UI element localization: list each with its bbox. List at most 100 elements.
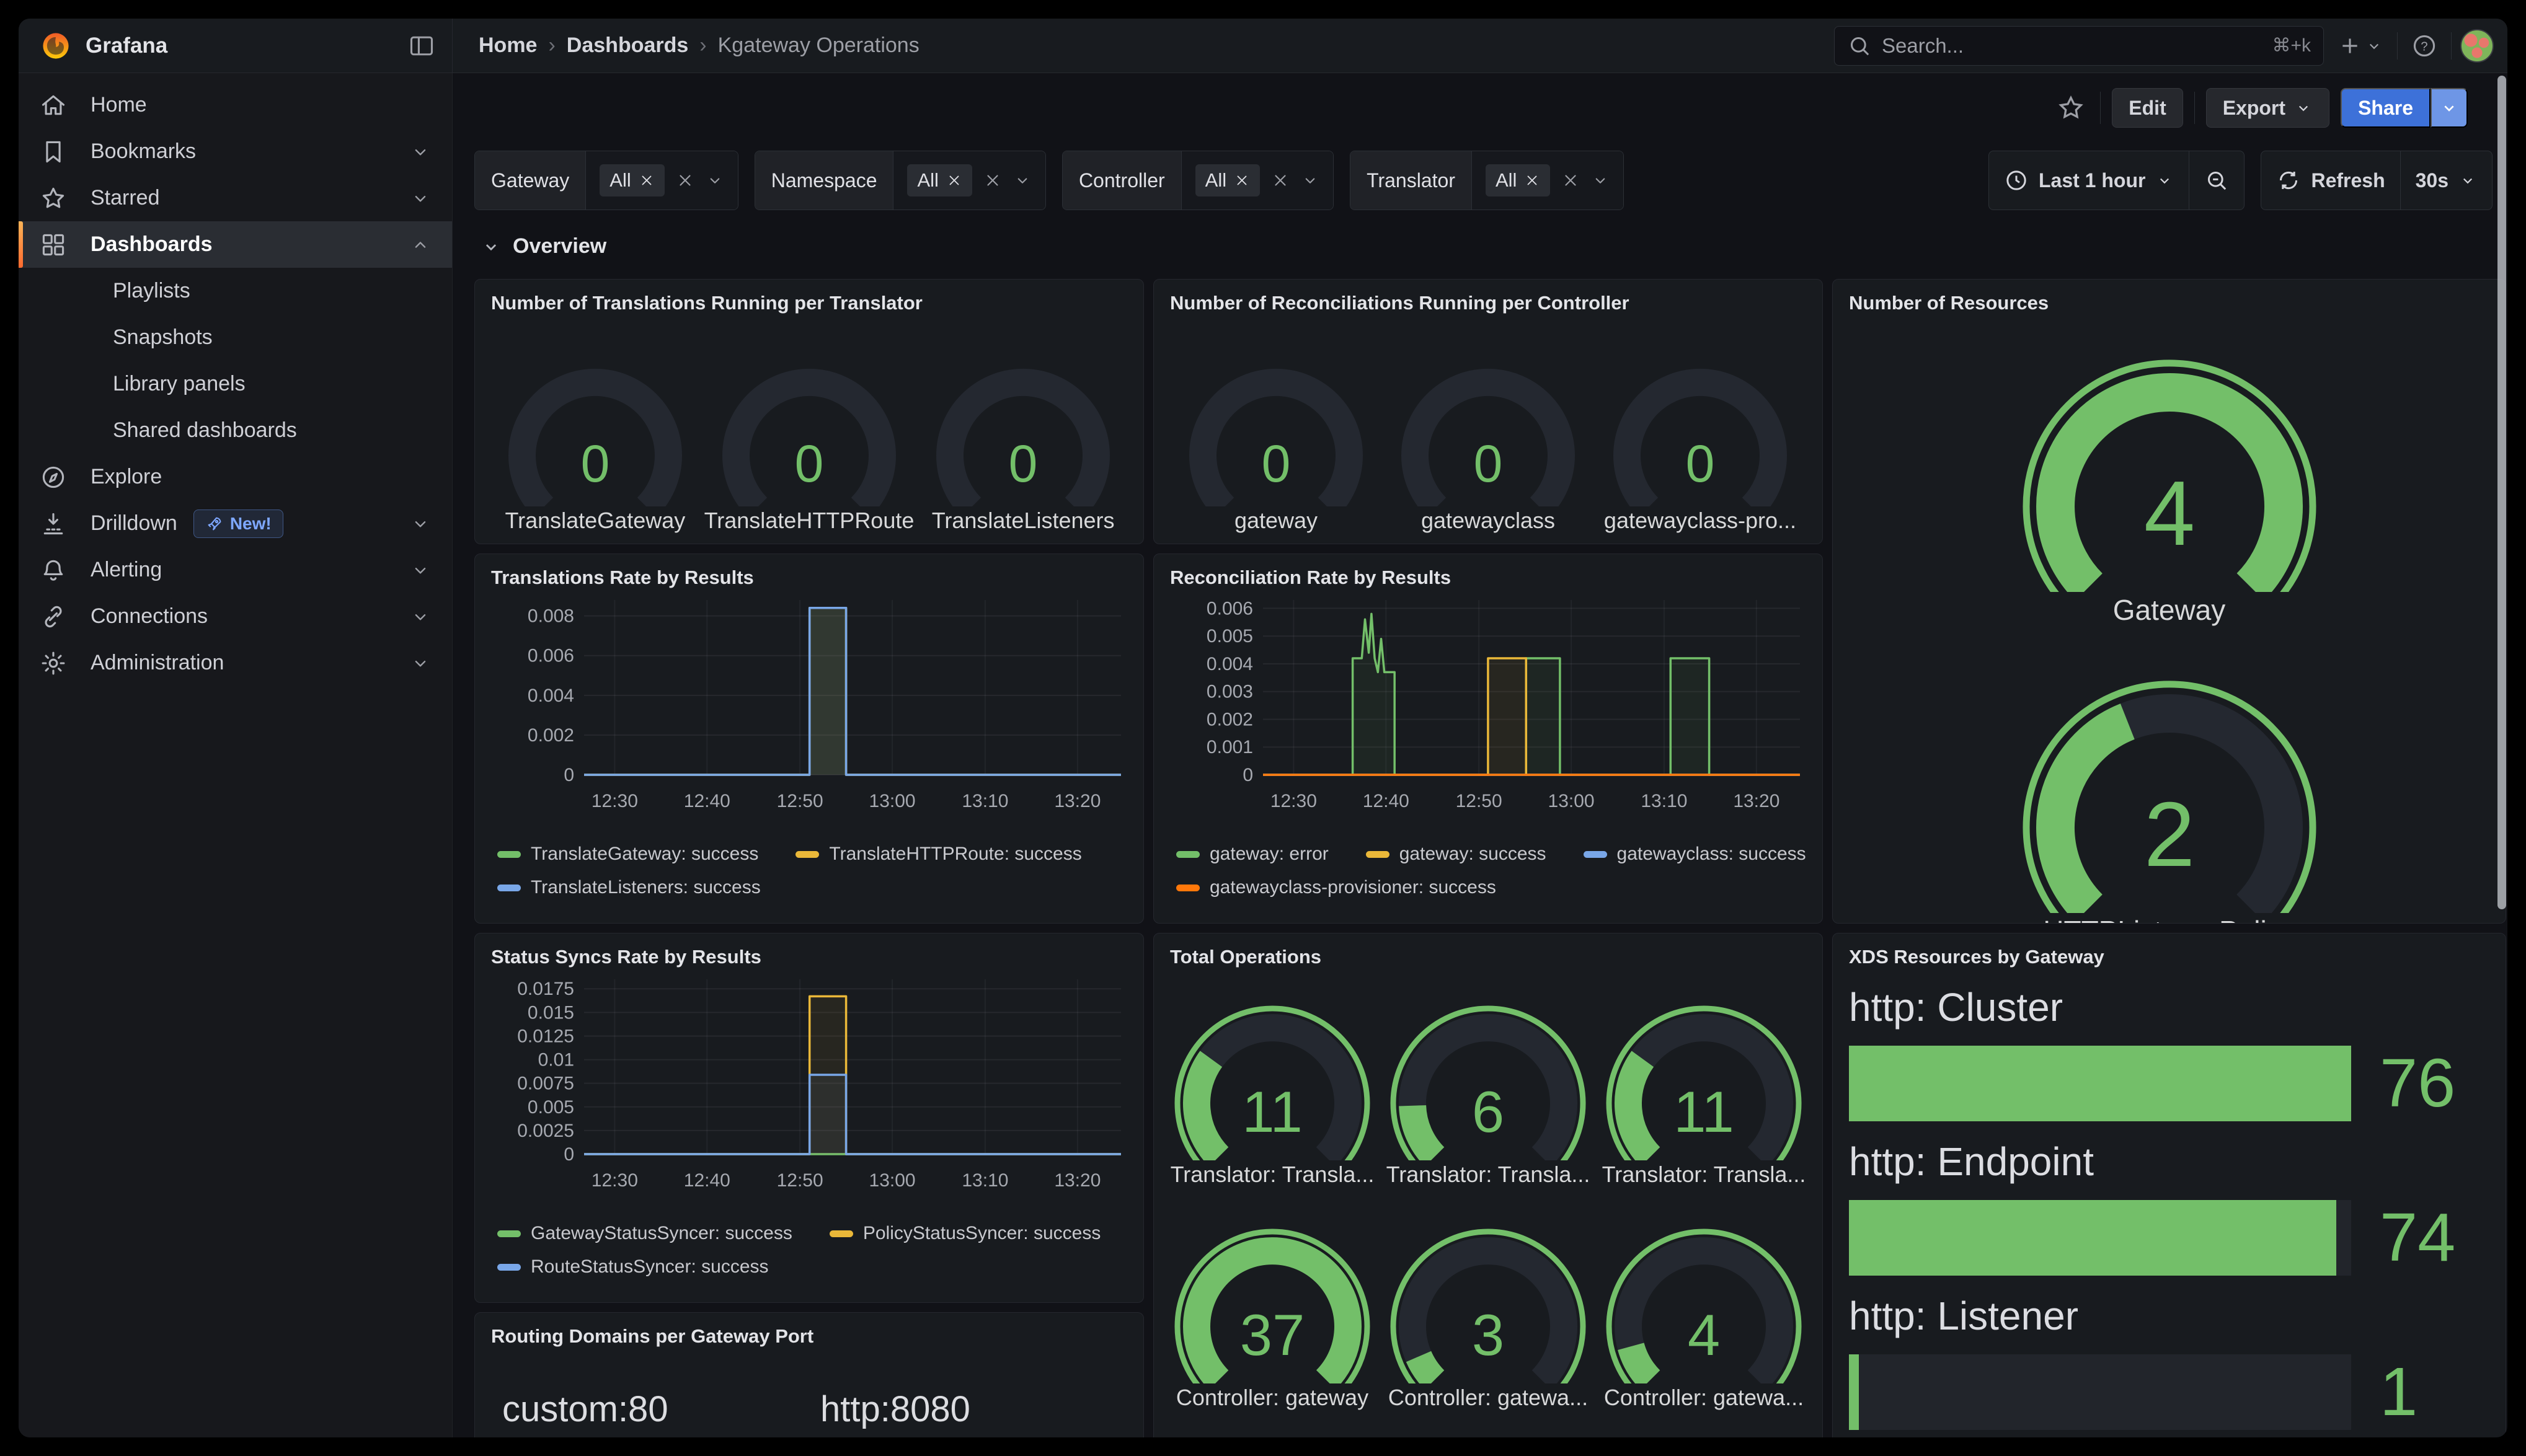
breadcrumb-dashboards[interactable]: Dashboards bbox=[567, 33, 689, 58]
export-button[interactable]: Export bbox=[2206, 88, 2329, 128]
filter-controller[interactable]: ControllerAll bbox=[1062, 151, 1334, 210]
legend-item[interactable]: gatewayclass-provisioner: success bbox=[1176, 877, 1496, 898]
gauge-label: gateway bbox=[1234, 508, 1318, 534]
filter-translator[interactable]: TranslatorAll bbox=[1350, 151, 1624, 210]
panel-title[interactable]: Reconciliation Rate by Results bbox=[1170, 567, 1806, 589]
gauge-value: 4 bbox=[1688, 1302, 1720, 1367]
svg-text:0.002: 0.002 bbox=[528, 725, 574, 746]
legend-item[interactable]: GatewayStatusSyncer: success bbox=[497, 1223, 792, 1244]
question-circle-icon: ? bbox=[2411, 32, 2438, 60]
panel-title[interactable]: Translations Rate by Results bbox=[491, 567, 1127, 589]
bell-icon bbox=[40, 557, 67, 584]
scrollbar-thumb[interactable] bbox=[2497, 76, 2506, 909]
panel-title[interactable]: Routing Domains per Gateway Port bbox=[491, 1325, 1127, 1348]
add-menu-button[interactable] bbox=[2333, 28, 2388, 64]
gauge-value: 11 bbox=[1673, 1079, 1734, 1144]
legend-label: TranslateGateway: success bbox=[531, 844, 758, 865]
filter-namespace[interactable]: NamespaceAll bbox=[755, 151, 1046, 210]
panel-title[interactable]: Number of Translations Running per Trans… bbox=[491, 292, 1127, 314]
gauge-label: Controller: gateway bbox=[1176, 1385, 1368, 1411]
sidebar-item-administration[interactable]: Administration bbox=[19, 640, 452, 686]
legend-item[interactable]: TranslateListeners: success bbox=[497, 877, 761, 898]
gauge: 6Translator: Transla... bbox=[1386, 993, 1590, 1188]
sidebar-item-snapshots[interactable]: Snapshots bbox=[19, 314, 452, 361]
sidebar-item-connections[interactable]: Connections bbox=[19, 593, 452, 640]
clear-filter-icon[interactable] bbox=[676, 171, 694, 190]
gauge-arc: 0 bbox=[1177, 350, 1375, 506]
panel-title[interactable]: Number of Resources bbox=[1849, 292, 2489, 314]
sidebar-item-alerting[interactable]: Alerting bbox=[19, 547, 452, 593]
gauge-value: 4 bbox=[2143, 462, 2194, 565]
panel-title[interactable]: XDS Resources by Gateway bbox=[1849, 946, 2489, 968]
row-overview-toggle[interactable]: Overview bbox=[481, 234, 606, 258]
legend-item[interactable]: RouteStatusSyncer: success bbox=[497, 1256, 769, 1277]
star-outline-icon bbox=[2057, 94, 2085, 122]
clear-filter-icon[interactable] bbox=[1561, 171, 1580, 190]
legend-item[interactable]: gatewayclass: success bbox=[1584, 844, 1806, 865]
legend-item[interactable]: gateway: success bbox=[1366, 844, 1546, 865]
gauge-arc: 11 bbox=[1602, 993, 1806, 1160]
sidebar-item-library-panels[interactable]: Library panels bbox=[19, 361, 452, 407]
filter-gateway[interactable]: GatewayAll bbox=[474, 151, 738, 210]
sidebar-item-starred[interactable]: Starred bbox=[19, 175, 452, 221]
panel-translations-rate: Translations Rate by Results 00.0020.004… bbox=[474, 554, 1144, 924]
chevron-down-icon[interactable] bbox=[1591, 171, 1610, 190]
chevron-up-icon bbox=[410, 234, 431, 255]
filter-chip-all[interactable]: All bbox=[600, 164, 664, 196]
chevron-down-icon[interactable] bbox=[1013, 171, 1032, 190]
mega-menu-toggle-icon[interactable] bbox=[404, 28, 440, 64]
sidebar-item-shared-dashboards[interactable]: Shared dashboards bbox=[19, 407, 452, 454]
search-input[interactable]: Search... ⌘+k bbox=[1834, 26, 2324, 66]
gauge: 0gateway bbox=[1177, 350, 1375, 534]
edit-button[interactable]: Edit bbox=[2112, 88, 2183, 128]
legend-item[interactable]: gateway: error bbox=[1176, 844, 1329, 865]
share-menu-caret[interactable] bbox=[2431, 88, 2468, 128]
share-button[interactable]: Share bbox=[2341, 88, 2431, 128]
help-button[interactable]: ? bbox=[2406, 28, 2442, 64]
legend-item[interactable]: TranslateGateway: success bbox=[497, 844, 758, 865]
bar-value: 76 bbox=[2380, 1044, 2455, 1123]
gauge: 4Controller: gatewa... bbox=[1602, 1216, 1806, 1411]
filter-chip-all[interactable]: All bbox=[1195, 164, 1260, 196]
gauge-value: 0 bbox=[1474, 435, 1503, 493]
svg-text:12:30: 12:30 bbox=[592, 791, 638, 811]
grafana-logo-icon[interactable] bbox=[40, 30, 72, 62]
refresh-button[interactable]: Refresh bbox=[2261, 151, 2400, 210]
chevron-down-icon[interactable] bbox=[706, 171, 724, 190]
sidebar-item-playlists[interactable]: Playlists bbox=[19, 268, 452, 314]
clear-filter-icon[interactable] bbox=[1271, 171, 1290, 190]
user-avatar[interactable] bbox=[2460, 29, 2494, 63]
chevron-down-icon[interactable] bbox=[1301, 171, 1319, 190]
sidebar-item-drilldown[interactable]: DrilldownNew! bbox=[19, 500, 452, 547]
legend-item[interactable]: TranslateHTTPRoute: success bbox=[795, 844, 1081, 865]
panel-title[interactable]: Total Operations bbox=[1170, 946, 1806, 968]
legend-item[interactable]: PolicyStatusSyncer: success bbox=[830, 1223, 1101, 1244]
bookmark-icon bbox=[40, 138, 67, 165]
svg-text:0.004: 0.004 bbox=[1207, 654, 1253, 674]
panel-title[interactable]: Status Syncs Rate by Results bbox=[491, 946, 1127, 968]
sidebar-item-explore[interactable]: Explore bbox=[19, 454, 452, 500]
gauge: 0gatewayclass bbox=[1389, 350, 1587, 534]
refresh-interval-picker[interactable]: 30s bbox=[2401, 151, 2492, 210]
filter-value: All bbox=[1182, 151, 1333, 210]
grid-icon bbox=[40, 231, 68, 258]
stat-custom-80: custom:80 bbox=[491, 1388, 809, 1430]
legend-label: RouteStatusSyncer: success bbox=[531, 1256, 769, 1277]
sidebar-item-label: Alerting bbox=[91, 558, 162, 582]
gauge-label: Translator: Transla... bbox=[1386, 1162, 1590, 1188]
time-zoom-out-button[interactable] bbox=[2189, 151, 2244, 210]
gauge-label: TranslateGateway bbox=[505, 508, 685, 534]
sidebar-item-home[interactable]: Home bbox=[19, 82, 452, 128]
panel-title[interactable]: Number of Reconciliations Running per Co… bbox=[1170, 292, 1806, 314]
filter-chip-all[interactable]: All bbox=[1486, 164, 1550, 196]
sidebar-item-dashboards[interactable]: Dashboards bbox=[19, 221, 452, 268]
breadcrumb-home[interactable]: Home bbox=[479, 33, 537, 58]
gauge-arc: 4 bbox=[1602, 1216, 1806, 1383]
favorite-star-button[interactable] bbox=[2053, 90, 2089, 126]
clear-filter-icon[interactable] bbox=[983, 171, 1002, 190]
remove-value-icon bbox=[946, 172, 962, 188]
filter-chip-all[interactable]: All bbox=[907, 164, 972, 196]
sidebar-item-bookmarks[interactable]: Bookmarks bbox=[19, 128, 452, 175]
time-range-picker[interactable]: Last 1 hour bbox=[1989, 151, 2189, 210]
legend-color-pill bbox=[497, 851, 521, 858]
